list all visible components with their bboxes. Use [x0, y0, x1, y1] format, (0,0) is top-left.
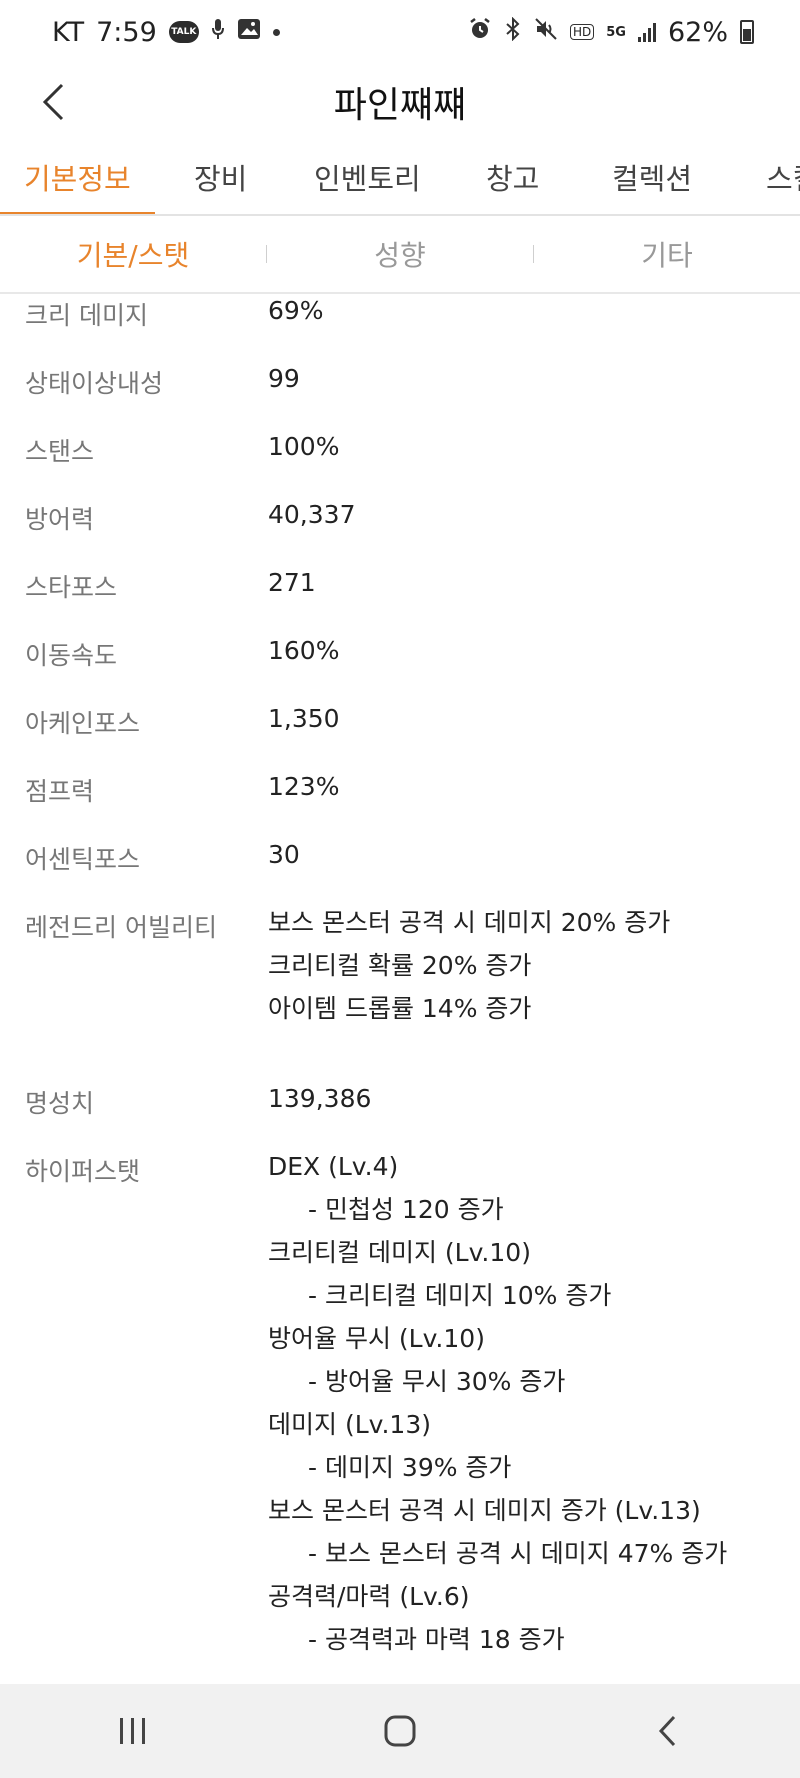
- stat-value: 100%: [268, 432, 340, 461]
- status-bar: KT 7:59 TALK HD 5G 62%: [0, 0, 800, 64]
- tab-equipment[interactable]: 장비: [194, 140, 247, 214]
- recent-apps-icon: [120, 1718, 146, 1744]
- network-5g-icon: 5G: [606, 24, 626, 40]
- bluetooth-icon: [504, 16, 522, 47]
- tab-skill[interactable]: 스킬: [766, 140, 800, 214]
- stat-value: 40,337: [268, 500, 356, 529]
- chevron-left-icon: [42, 83, 64, 121]
- notification-dot-icon: [272, 28, 280, 36]
- home-icon: [384, 1715, 416, 1747]
- subtab-etc[interactable]: 기타: [534, 234, 800, 274]
- legendary-ability-label: 레전드리 어빌리티: [25, 913, 217, 942]
- alarm-icon: [468, 17, 492, 47]
- gallery-icon: [237, 18, 261, 46]
- hyper-stat-values: DEX (Lv.4) - 민첩성 120 증가 크리티컬 데미지 (Lv.10)…: [268, 1152, 727, 1668]
- tab-basic-info[interactable]: 기본정보: [0, 140, 155, 214]
- app-header: 파인쨰쨰: [0, 64, 800, 140]
- stat-label: 방어력: [25, 505, 95, 534]
- microphone-icon: [211, 18, 225, 46]
- hyper-stat-detail: - 민첩성 120 증가: [308, 1195, 504, 1224]
- hd-icon: HD: [570, 24, 595, 40]
- stat-value: 99: [268, 364, 300, 393]
- home-button[interactable]: [340, 1691, 460, 1771]
- hyper-stat-title: 크리티컬 데미지 (Lv.10): [268, 1238, 531, 1267]
- back-arrow-icon: [658, 1715, 675, 1747]
- hyper-stat-label: 하이퍼스탯: [25, 1157, 141, 1186]
- stat-label: 스타포스: [25, 573, 118, 602]
- stat-value: 271: [268, 568, 316, 597]
- carrier-label: KT: [52, 16, 85, 48]
- status-right: HD 5G 62%: [468, 17, 754, 48]
- legendary-ability-line: 보스 몬스터 공격 시 데미지 20% 증가: [268, 908, 671, 937]
- legendary-ability-values: 보스 몬스터 공격 시 데미지 20% 증가 크리티컬 확률 20% 증가 아이…: [268, 908, 670, 1037]
- status-left: KT 7:59 TALK: [52, 17, 280, 48]
- page-title: 파인쨰쨰: [333, 85, 467, 126]
- hyper-stat-title: 방어율 무시 (Lv.10): [268, 1324, 485, 1353]
- stat-label: 어센틱포스: [25, 845, 141, 874]
- battery-percent: 62%: [667, 16, 728, 48]
- hyper-stat-detail: - 공격력과 마력 18 증가: [308, 1625, 565, 1654]
- fame-label: 명성치: [25, 1089, 95, 1118]
- stat-value: 160%: [268, 636, 340, 665]
- battery-icon: [740, 20, 754, 44]
- hyper-stat-detail: - 크리티컬 데미지 10% 증가: [308, 1281, 612, 1310]
- recent-apps-button[interactable]: [73, 1691, 193, 1771]
- subtab-basic-stat[interactable]: 기본/스탯: [0, 234, 266, 274]
- fame-value: 139,386: [268, 1084, 372, 1113]
- hyper-stat-title: DEX (Lv.4): [268, 1152, 399, 1181]
- signal-icon: [637, 22, 656, 42]
- stat-label: 아케인포스: [25, 709, 141, 738]
- hyper-stat-detail: - 방어율 무시 30% 증가: [308, 1367, 566, 1396]
- main-tabs: 기본정보 장비 인벤토리 창고 컬렉션 스킬: [0, 140, 800, 216]
- tab-inventory[interactable]: 인벤토리: [314, 140, 421, 214]
- sub-tabs: 기본/스탯 성향 기타: [0, 216, 800, 294]
- stat-value: 123%: [268, 772, 340, 801]
- system-nav-bar: [0, 1684, 800, 1778]
- stat-label: 상태이상내성: [25, 369, 164, 398]
- system-back-button[interactable]: [607, 1691, 727, 1771]
- clock: 7:59: [96, 16, 157, 48]
- stat-label: 스탠스: [25, 437, 95, 466]
- hyper-stat-detail: - 보스 몬스터 공격 시 데미지 47% 증가: [308, 1539, 728, 1568]
- hyper-stat-detail: - 데미지 39% 증가: [308, 1453, 512, 1482]
- legendary-ability-line: 아이템 드롭률 14% 증가: [268, 994, 532, 1023]
- stat-value: 69%: [268, 296, 324, 325]
- hyper-stat-title: 보스 몬스터 공격 시 데미지 증가 (Lv.13): [268, 1496, 701, 1525]
- kakaotalk-icon: TALK: [168, 21, 199, 43]
- hyper-stat-title: 공격력/마력 (Lv.6): [268, 1582, 470, 1611]
- stat-label: 점프력: [25, 777, 95, 806]
- hyper-stat-title: 데미지 (Lv.13): [268, 1410, 431, 1439]
- tab-storage[interactable]: 창고: [486, 140, 539, 214]
- stat-value: 1,350: [268, 704, 340, 733]
- mute-icon: [534, 17, 558, 47]
- tab-collection[interactable]: 컬렉션: [612, 140, 692, 214]
- stat-label: 크리 데미지: [25, 301, 148, 330]
- stat-list[interactable]: 크리 데미지 69% 상태이상내성 99 스탠스 100% 방어력 40,337…: [0, 296, 800, 1684]
- subtab-disposition[interactable]: 성향: [267, 234, 533, 274]
- stat-label: 이동속도: [25, 641, 118, 670]
- stat-value: 30: [268, 840, 300, 869]
- back-button[interactable]: [28, 74, 78, 130]
- legendary-ability-line: 크리티컬 확률 20% 증가: [268, 951, 532, 980]
